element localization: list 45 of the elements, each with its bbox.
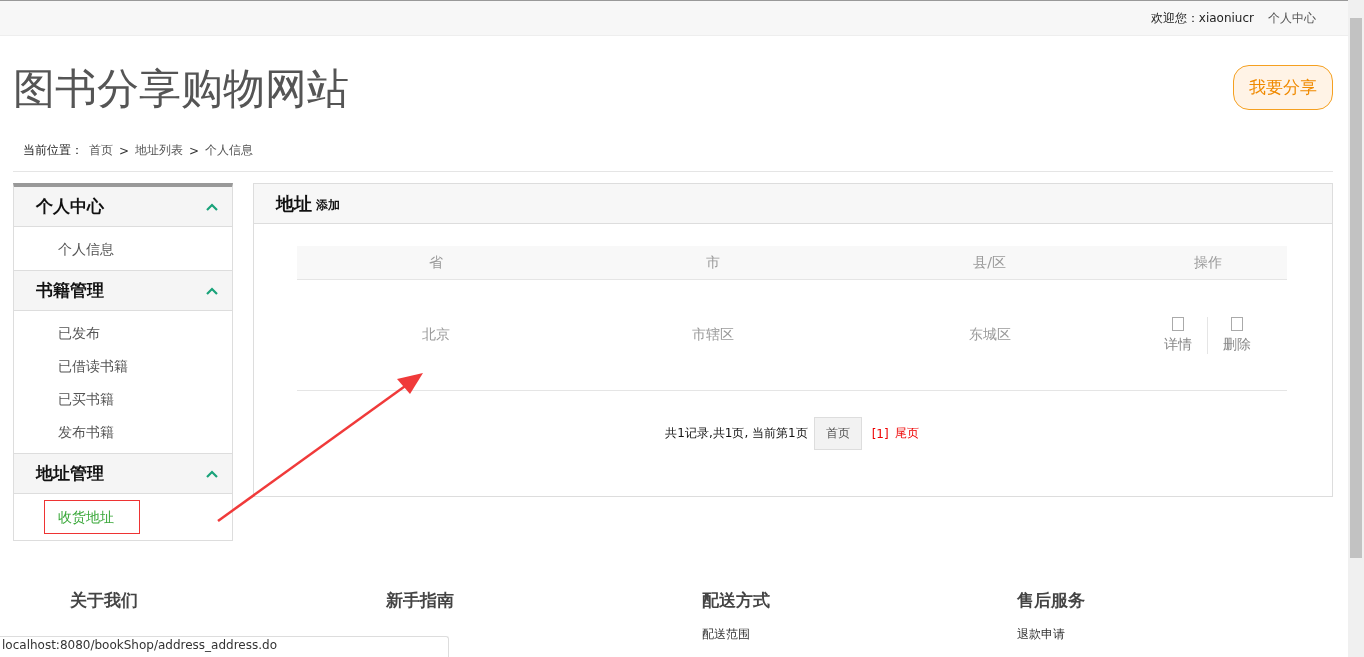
sidebar-item[interactable]: 已买书籍	[14, 383, 232, 416]
footer-heading: 关于我们	[70, 589, 139, 612]
column-header: 操作	[1192, 253, 1223, 272]
chevron-icon	[206, 202, 218, 211]
welcome-text: 欢迎您：xiaoniucr	[1150, 9, 1254, 27]
table-cell-text: 市辖区	[690, 326, 735, 344]
user-center-link[interactable]: 个人中心	[1268, 9, 1316, 27]
breadcrumb-link[interactable]: 个人信息	[205, 142, 254, 159]
breadcrumb-label: 当前位置：	[23, 142, 83, 159]
scrollbar[interactable]	[1348, 0, 1364, 657]
table-cell-text: 北京	[420, 326, 451, 344]
square-icon	[1172, 316, 1184, 331]
sidebar-group-header[interactable]: 书籍管理	[14, 270, 232, 311]
panel-title: 地址	[276, 191, 312, 216]
sidebar-item[interactable]: 已借读书籍	[14, 350, 232, 383]
column-header: 县/区	[972, 253, 1007, 272]
current-page-number: [1]	[871, 426, 889, 441]
footer-link[interactable]: 退款申请	[1017, 626, 1333, 643]
sidebar-group-header[interactable]: 个人中心	[14, 187, 232, 227]
chevron-icon	[206, 469, 218, 478]
sidebar-item[interactable]: 已发布	[14, 317, 232, 350]
square-icon	[1231, 316, 1243, 331]
footer-heading: 售后服务	[1017, 589, 1087, 612]
sidebar-item[interactable]: 个人信息	[14, 233, 232, 266]
column-header: 市	[704, 253, 721, 272]
breadcrumb-link[interactable]: 地址列表	[135, 142, 184, 159]
column-header: 省	[427, 253, 444, 272]
first-page-button[interactable]: 首页	[813, 417, 862, 450]
breadcrumb-link[interactable]: 首页	[89, 142, 113, 159]
add-link[interactable]: 添加	[316, 196, 340, 214]
footer-heading: 配送方式	[701, 589, 771, 612]
status-bar: localhost:8080/bookShop/address_address.do	[0, 636, 449, 657]
footer-link[interactable]: 配送范围	[701, 626, 1018, 643]
last-page-link[interactable]: 尾页	[894, 425, 919, 442]
site-title: 图书分享购物网站	[13, 63, 349, 115]
action-link[interactable]: 删除	[1207, 316, 1266, 354]
footer-heading: 新手指南	[385, 589, 455, 612]
action-link[interactable]: 详情	[1149, 316, 1207, 354]
breadcrumb-separator: >	[119, 143, 130, 158]
sidebar-group-header[interactable]: 地址管理	[14, 453, 232, 494]
pagination-summary: 共1记录,共1页, 当前第1页	[665, 425, 808, 442]
sidebar-item[interactable]: 发布书籍	[14, 416, 232, 449]
table-cell-text: 东城区	[967, 326, 1012, 344]
breadcrumb-separator: >	[189, 143, 200, 158]
chevron-icon	[206, 286, 218, 295]
